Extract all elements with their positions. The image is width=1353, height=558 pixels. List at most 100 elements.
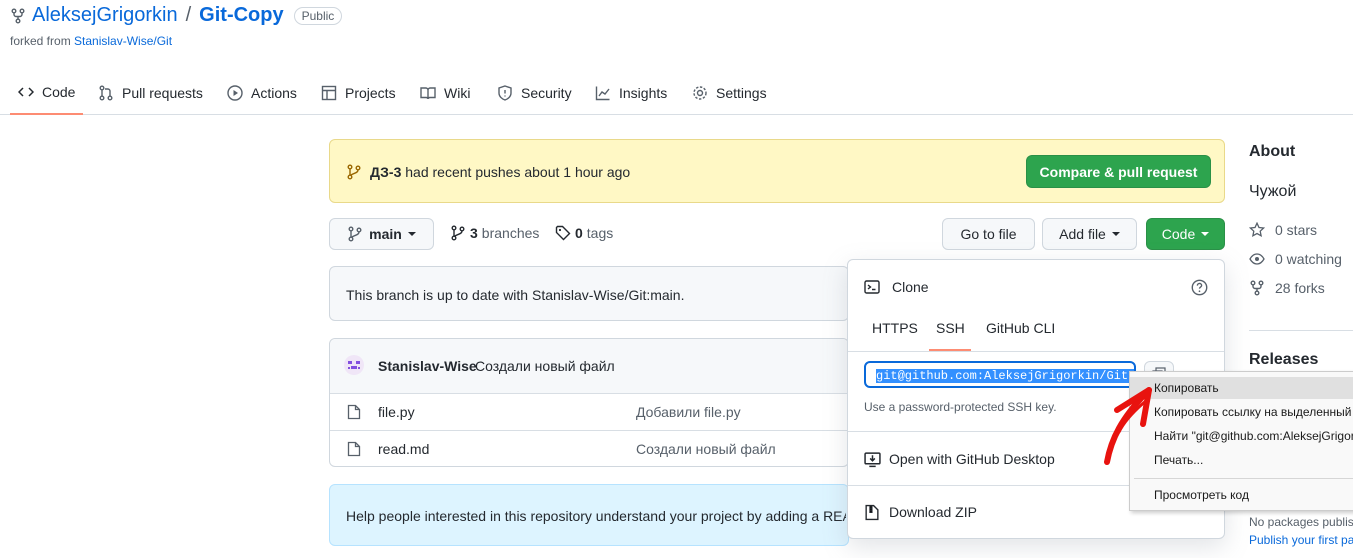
tab-projects[interactable]: Projects: [313, 70, 404, 115]
repo-tabs: Code Pull requests Actions Projects Wiki…: [0, 70, 1353, 115]
releases-title[interactable]: Releases: [1249, 351, 1318, 369]
branches-label: branches: [481, 225, 540, 241]
stars-label: 0 stars: [1275, 222, 1318, 238]
forked-from: forked from Stanislav-Wise/Git: [10, 34, 172, 48]
clone-tab-ssh[interactable]: SSH: [936, 320, 965, 336]
forked-prefix: forked from: [10, 34, 75, 48]
code-button-label: Code: [1161, 226, 1196, 242]
branch-select-button[interactable]: main: [329, 218, 434, 250]
about-title: About: [1249, 143, 1296, 160]
go-to-file-button[interactable]: Go to file: [942, 218, 1035, 250]
tags-count: 0: [575, 225, 583, 241]
recent-pushes-banner: ДЗ-3 had recent pushes about 1 hour ago …: [329, 139, 1225, 203]
clone-title: Clone: [892, 279, 929, 295]
tab-settings[interactable]: Settings: [684, 70, 775, 115]
file-name[interactable]: file.py: [378, 404, 415, 420]
branch-icon: [346, 164, 362, 180]
tag-icon: [555, 225, 571, 241]
tab-insights[interactable]: Insights: [587, 70, 675, 115]
context-menu-item-view-source[interactable]: Просмотреть код: [1130, 484, 1353, 506]
repo-description: Чужой: [1249, 183, 1297, 200]
branch-icon: [347, 226, 363, 242]
code-dropdown-button[interactable]: Code: [1146, 218, 1225, 250]
add-file-label: Add file: [1059, 226, 1106, 242]
tags-link[interactable]: 0 tags: [555, 225, 613, 241]
branches-link[interactable]: 3 branches: [450, 225, 539, 241]
file-list: Stanislav-Wise Создали новый файл file.p…: [329, 338, 849, 467]
branch-name: main: [369, 226, 402, 242]
red-arrow-annotation: [1104, 387, 1152, 465]
context-menu-separator: [1134, 478, 1353, 479]
tab-label: Code: [42, 83, 76, 100]
divider: [1249, 330, 1353, 331]
download-zip-label: Download ZIP: [889, 504, 977, 520]
forks-label: 28 forks: [1275, 280, 1325, 296]
tab-security[interactable]: Security: [489, 70, 580, 115]
file-commit-message[interactable]: Добавили file.py: [636, 404, 741, 420]
watching-label: 0 watching: [1275, 251, 1342, 267]
chevron-down-icon: [1111, 232, 1120, 236]
tab-wiki[interactable]: Wiki: [412, 70, 478, 115]
desktop-download-icon: [864, 451, 881, 468]
file-commit-message[interactable]: Создали новый файл: [636, 441, 776, 457]
zip-file-icon: [864, 504, 880, 521]
commit-message[interactable]: Создали новый файл: [475, 358, 615, 374]
publish-package-link[interactable]: Publish your first pa: [1249, 533, 1353, 547]
fork-icon: [1249, 280, 1265, 296]
clone-tab-https[interactable]: HTTPS: [872, 320, 918, 336]
tags-label: tags: [586, 225, 614, 241]
tab-label: Projects: [345, 84, 396, 101]
recent-pushes-message: had recent pushes about 1 hour ago: [401, 164, 631, 180]
tab-label: Security: [521, 84, 572, 101]
divider: [848, 351, 1224, 352]
repo-title: AleksejGrigorkin / Git-Copy Public: [10, 4, 343, 27]
table-icon: [321, 85, 337, 101]
forked-source-link[interactable]: Stanislav-Wise/Git: [74, 34, 172, 48]
tab-code[interactable]: Code: [10, 70, 84, 115]
no-packages-text: No packages publis: [1249, 515, 1353, 529]
avatar[interactable]: [344, 355, 364, 375]
file-icon: [347, 404, 361, 420]
tab-label: Pull requests: [122, 84, 203, 101]
add-file-button[interactable]: Add file: [1042, 218, 1137, 250]
repo-name-link[interactable]: Git-Copy: [199, 4, 283, 27]
file-icon: [347, 441, 361, 457]
recent-pushes-text: ДЗ-3 had recent pushes about 1 hour ago: [370, 164, 630, 180]
readme-hint-box: Help people interested in this repositor…: [329, 484, 849, 546]
branch-status-text: This branch is up to date with Stanislav…: [346, 287, 685, 303]
star-icon: [1249, 222, 1265, 238]
help-icon[interactable]: [1191, 279, 1208, 296]
file-row[interactable]: file.py Добавили file.py: [330, 393, 848, 430]
clone-tab-github-cli[interactable]: GitHub CLI: [986, 320, 1055, 336]
file-name[interactable]: read.md: [378, 441, 429, 457]
tab-pull-requests[interactable]: Pull requests: [90, 70, 211, 115]
graph-icon: [595, 85, 611, 101]
chevron-down-icon: [407, 232, 416, 236]
eye-icon: [1249, 251, 1265, 267]
repo-forked-icon: [10, 8, 26, 24]
pushed-branch-name[interactable]: ДЗ-3: [370, 164, 401, 180]
play-icon: [227, 84, 243, 101]
readme-hint-text: Help people interested in this repositor…: [346, 508, 846, 524]
repo-separator: /: [185, 4, 192, 26]
tab-label: Insights: [619, 84, 668, 101]
chevron-down-icon: [1201, 232, 1210, 236]
branch-status-box: This branch is up to date with Stanislav…: [329, 266, 849, 321]
repo-owner-link[interactable]: AleksejGrigorkin: [32, 4, 178, 27]
code-icon: [18, 84, 34, 100]
forks-stat[interactable]: 28 forks: [1249, 280, 1325, 296]
book-icon: [420, 85, 436, 101]
open-desktop-label: Open with GitHub Desktop: [889, 451, 1055, 467]
branches-count: 3: [470, 225, 478, 241]
visibility-badge: Public: [293, 6, 343, 25]
watching-stat[interactable]: 0 watching: [1249, 251, 1342, 267]
tab-actions[interactable]: Actions: [219, 70, 305, 115]
commit-author[interactable]: Stanislav-Wise: [378, 358, 477, 374]
terminal-icon: [864, 279, 880, 295]
gear-icon: [692, 85, 708, 101]
file-row[interactable]: read.md Создали новый файл: [330, 430, 848, 467]
stars-stat[interactable]: 0 stars: [1249, 222, 1317, 238]
compare-pull-request-button[interactable]: Compare & pull request: [1026, 155, 1211, 188]
pull-request-icon: [98, 85, 114, 101]
tab-label: Wiki: [444, 84, 471, 101]
